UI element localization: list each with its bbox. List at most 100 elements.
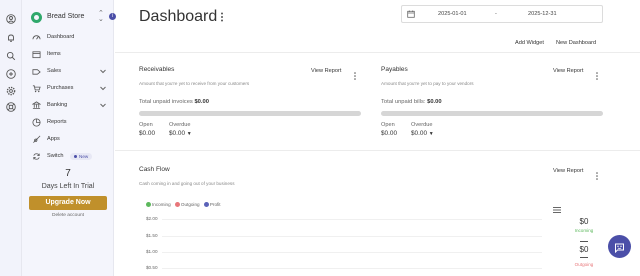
payables-open-label: Open xyxy=(381,122,395,128)
receivables-total-value: $0.00 xyxy=(194,99,209,105)
delete-account-link[interactable]: Delete account xyxy=(22,213,114,218)
sort-arrows-icon[interactable]: ⌃ ⌄ xyxy=(98,10,104,23)
gridline xyxy=(162,252,542,253)
receivables-overdue-dropdown[interactable]: $0.00 ▼ xyxy=(169,130,192,137)
sidebar-item-purchases[interactable]: Purchases xyxy=(22,82,114,96)
chevron-down-icon[interactable] xyxy=(99,84,107,92)
sidebar-item-label: Sales xyxy=(47,68,61,74)
date-range-picker[interactable]: 2025-01-01 - 2025-12-31 xyxy=(401,5,603,23)
search-icon[interactable] xyxy=(6,51,16,61)
chart-legend: Incoming Outgoing Profit xyxy=(146,202,221,208)
info-badge[interactable]: i xyxy=(109,13,116,20)
y-tick-label: $1.00 xyxy=(146,249,158,254)
payables-open-value: $0.00 xyxy=(381,130,397,137)
company-name: Bread Store xyxy=(47,13,85,20)
receivables-more-icon[interactable] xyxy=(353,67,357,80)
outgoing-total-value: $0 xyxy=(579,245,589,254)
sidebar-item-label: Banking xyxy=(47,102,68,108)
switch-icon xyxy=(32,152,41,161)
incoming-total-label: Incoming xyxy=(574,228,594,233)
sidebar-item-sales[interactable]: Sales xyxy=(22,65,114,79)
cashflow-subtitle: Cash coming in and going out of your bus… xyxy=(139,181,235,186)
cashflow-view-report-link[interactable]: View Report xyxy=(553,168,583,174)
sidebar-item-switch[interactable]: Switch New xyxy=(22,150,114,164)
legend-incoming[interactable]: Incoming xyxy=(152,202,171,207)
bell-icon[interactable] xyxy=(6,33,16,43)
legend-outgoing[interactable]: Outgoing xyxy=(181,202,200,207)
y-tick-label: $1.50 xyxy=(146,233,158,238)
receivables-open-value: $0.00 xyxy=(139,130,155,137)
company-switcher[interactable]: Bread Store ⌃ ⌄ i xyxy=(30,10,116,25)
caret-down-icon: ▼ xyxy=(428,131,434,137)
more-vertical-icon[interactable] xyxy=(219,12,225,22)
chevron-down-icon[interactable] xyxy=(99,67,107,75)
payables-view-report-link[interactable]: View Report xyxy=(553,68,583,74)
sidebar-item-label: Apps xyxy=(47,136,60,142)
new-badge: New xyxy=(70,153,93,160)
payables-total-label: Total unpaid bills: xyxy=(381,99,426,105)
rocket-icon xyxy=(32,135,41,144)
receivables-view-report-link[interactable]: View Report xyxy=(311,68,341,74)
payables-progress-bar xyxy=(381,111,603,116)
purchases-icon xyxy=(32,84,41,93)
cashflow-title: Cash Flow xyxy=(139,166,170,173)
section-divider xyxy=(115,150,640,151)
sidebar-item-dashboard[interactable]: Dashboard xyxy=(22,31,114,45)
add-widget-button[interactable]: Add Widget xyxy=(515,40,544,46)
icon-rail xyxy=(0,0,22,276)
trial-days-count: 7 xyxy=(65,168,71,179)
payables-overdue-label: Overdue xyxy=(411,122,433,128)
page-title: Dashboard xyxy=(139,8,218,25)
sidebar-item-apps[interactable]: Apps xyxy=(22,133,114,147)
sales-icon xyxy=(32,67,41,76)
cashflow-more-icon[interactable] xyxy=(595,167,599,180)
payables-title: Payables xyxy=(381,66,408,73)
user-icon[interactable] xyxy=(6,14,16,24)
receivables-subtitle: Amount that you're yet to receive from y… xyxy=(139,81,250,86)
divider-dash xyxy=(580,241,588,242)
chat-smile-icon xyxy=(615,243,624,253)
receivables-progress-bar xyxy=(139,111,361,116)
sidebar-item-label: Reports xyxy=(47,119,67,125)
receivables-total: Total unpaid invoices $0.00 xyxy=(139,99,209,105)
chevron-down-icon[interactable] xyxy=(99,101,107,109)
receivables-overdue-label: Overdue xyxy=(169,122,191,128)
divider-dash xyxy=(580,257,588,258)
payables-overdue-dropdown[interactable]: $0.00 ▼ xyxy=(411,130,434,137)
receivables-open-label: Open xyxy=(139,122,153,128)
items-icon xyxy=(32,50,41,59)
trial-days-label: Days Left In Trial xyxy=(41,183,95,190)
payables-overdue-value: $0.00 xyxy=(411,130,427,137)
chart-menu-icon[interactable] xyxy=(553,200,561,213)
date-start[interactable]: 2025-01-01 xyxy=(438,11,467,17)
legend-profit[interactable]: Profit xyxy=(210,202,221,207)
help-icon[interactable] xyxy=(6,102,16,112)
payables-total: Total unpaid bills: $0.00 xyxy=(381,99,442,105)
new-dashboard-button[interactable]: New Dashboard xyxy=(556,40,596,46)
upgrade-now-button[interactable]: Upgrade Now xyxy=(29,196,107,210)
reports-icon xyxy=(32,118,41,127)
sidebar: Bread Store ⌃ ⌄ i Dashboard Items Sales P… xyxy=(22,0,116,276)
incoming-total-value: $0 xyxy=(579,217,589,226)
date-separator: - xyxy=(495,11,497,17)
dashboard-icon xyxy=(32,33,41,42)
outgoing-total-label: Outgoing xyxy=(574,262,594,267)
gridline xyxy=(162,268,542,269)
receivables-total-label: Total unpaid invoices xyxy=(139,99,193,105)
legend-incoming-dot xyxy=(146,202,151,208)
payables-more-icon[interactable] xyxy=(595,67,599,80)
sidebar-item-banking[interactable]: Banking xyxy=(22,99,114,113)
payables-subtitle: Amount that you're yet to pay to your ve… xyxy=(381,81,474,86)
header-divider xyxy=(115,52,640,53)
sidebar-item-items[interactable]: Items xyxy=(22,48,114,62)
receivables-overdue-value: $0.00 xyxy=(169,130,185,137)
settings-icon[interactable] xyxy=(6,86,16,96)
date-end[interactable]: 2025-12-31 xyxy=(528,11,557,17)
chat-widget-button[interactable] xyxy=(608,235,631,258)
caret-down-icon: ▼ xyxy=(186,131,192,137)
sidebar-item-reports[interactable]: Reports xyxy=(22,116,114,130)
legend-profit-dot xyxy=(203,202,209,208)
y-tick-label: $0.50 xyxy=(146,265,158,270)
add-icon[interactable] xyxy=(6,69,16,79)
payables-total-value: $0.00 xyxy=(427,99,442,105)
